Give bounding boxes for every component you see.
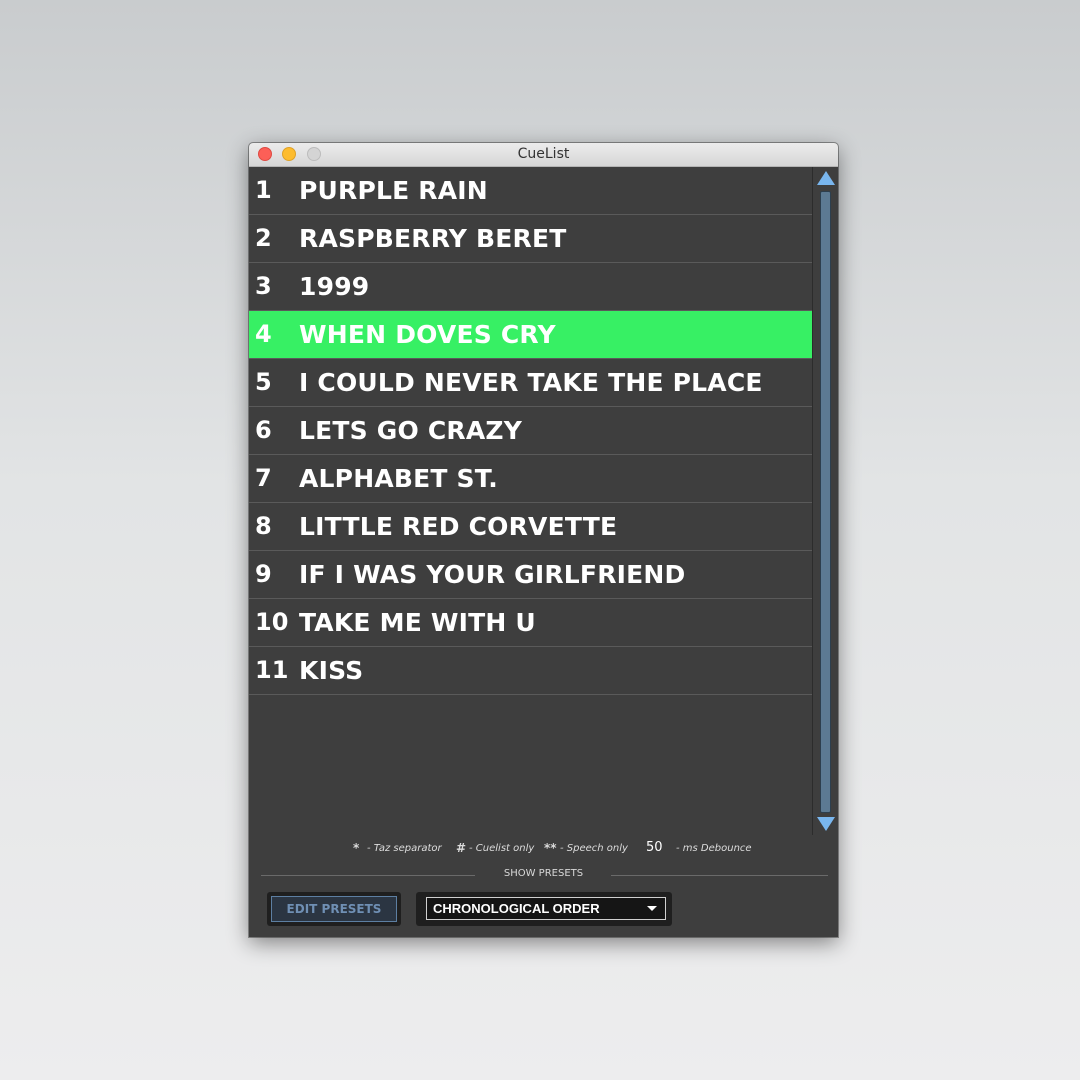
cuelist-only-label: - Cuelist only — [469, 843, 535, 854]
cue-number: 11 — [255, 656, 289, 684]
cue-number: 3 — [255, 272, 272, 300]
cue-number: 7 — [255, 464, 272, 492]
cue-name: LETS GO CRAZY — [299, 416, 523, 445]
cue-number: 1 — [255, 176, 272, 204]
order-select-frame: CHRONOLOGICAL ORDER — [416, 892, 672, 926]
scroll-up-arrow-icon[interactable] — [817, 171, 835, 185]
cue-name: 1999 — [299, 272, 370, 301]
cue-number: 5 — [255, 368, 272, 396]
scroll-down-arrow-icon[interactable] — [817, 817, 835, 831]
cue-row-1[interactable]: 1 PURPLE RAIN — [249, 167, 812, 215]
cuelist-only-symbol: # — [456, 841, 467, 855]
cue-row-4-selected[interactable]: 4 WHEN DOVES CRY — [249, 311, 812, 359]
cue-name: ALPHABET ST. — [299, 464, 498, 493]
title-bar[interactable]: CueList — [249, 143, 838, 167]
debounce-value-field[interactable]: 50 — [646, 840, 663, 855]
show-presets-label: SHOW PRESETS — [503, 868, 584, 879]
cue-row-6[interactable]: 6 LETS GO CRAZY — [249, 407, 812, 455]
cue-name: WHEN DOVES CRY — [299, 320, 556, 349]
cue-row-7[interactable]: 7 ALPHABET ST. — [249, 455, 812, 503]
chevron-down-icon — [647, 906, 657, 911]
cue-row-9[interactable]: 9 IF I WAS YOUR GIRLFRIEND — [249, 551, 812, 599]
cue-row-10[interactable]: 10 TAKE ME WITH U — [249, 599, 812, 647]
cue-number: 4 — [255, 320, 272, 348]
cue-number: 10 — [255, 608, 289, 636]
cue-name: TAKE ME WITH U — [299, 608, 536, 637]
cue-name: IF I WAS YOUR GIRLFRIEND — [299, 560, 686, 589]
cue-name: I COULD NEVER TAKE THE PLACE — [299, 368, 763, 397]
cue-number: 6 — [255, 416, 272, 444]
debounce-label: - ms Debounce — [676, 843, 752, 854]
cue-row-5[interactable]: 5 I COULD NEVER TAKE THE PLACE — [249, 359, 812, 407]
speech-only-symbol: ** — [544, 841, 557, 855]
cue-list: 1 PURPLE RAIN 2 RASPBERRY BERET 3 1999 4… — [249, 167, 812, 695]
speech-only-label: - Speech only — [560, 843, 628, 854]
order-select[interactable]: CHRONOLOGICAL ORDER — [426, 897, 666, 920]
divider-right — [611, 875, 828, 876]
cue-row-8[interactable]: 8 LITTLE RED CORVETTE — [249, 503, 812, 551]
scroll-thumb[interactable] — [820, 191, 831, 813]
window-title: CueList — [517, 146, 570, 162]
cue-name: PURPLE RAIN — [299, 176, 488, 205]
order-select-value: CHRONOLOGICAL ORDER — [433, 901, 600, 916]
cue-name: KISS — [299, 656, 364, 685]
legend-row: * - Taz separator # - Cuelist only ** - … — [249, 840, 838, 860]
show-presets-section: SHOW PRESETS — [249, 868, 838, 884]
taz-separator-label: - Taz separator — [367, 843, 442, 854]
edit-presets-button[interactable]: EDIT PRESETS — [271, 896, 397, 922]
cue-number: 9 — [255, 560, 272, 588]
cue-row-11[interactable]: 11 KISS — [249, 647, 812, 695]
cue-row-3[interactable]: 3 1999 — [249, 263, 812, 311]
taz-separator-symbol: * — [353, 841, 360, 855]
cue-name: RASPBERRY BERET — [299, 224, 567, 253]
cue-row-2[interactable]: 2 RASPBERRY BERET — [249, 215, 812, 263]
cuelist-window: CueList 1 PURPLE RAIN 2 RASPBERRY BERET … — [249, 143, 838, 937]
cue-number: 8 — [255, 512, 272, 540]
edit-presets-button-frame: EDIT PRESETS — [267, 892, 401, 926]
vertical-scrollbar[interactable] — [812, 167, 838, 835]
cue-name: LITTLE RED CORVETTE — [299, 512, 618, 541]
cue-number: 2 — [255, 224, 272, 252]
